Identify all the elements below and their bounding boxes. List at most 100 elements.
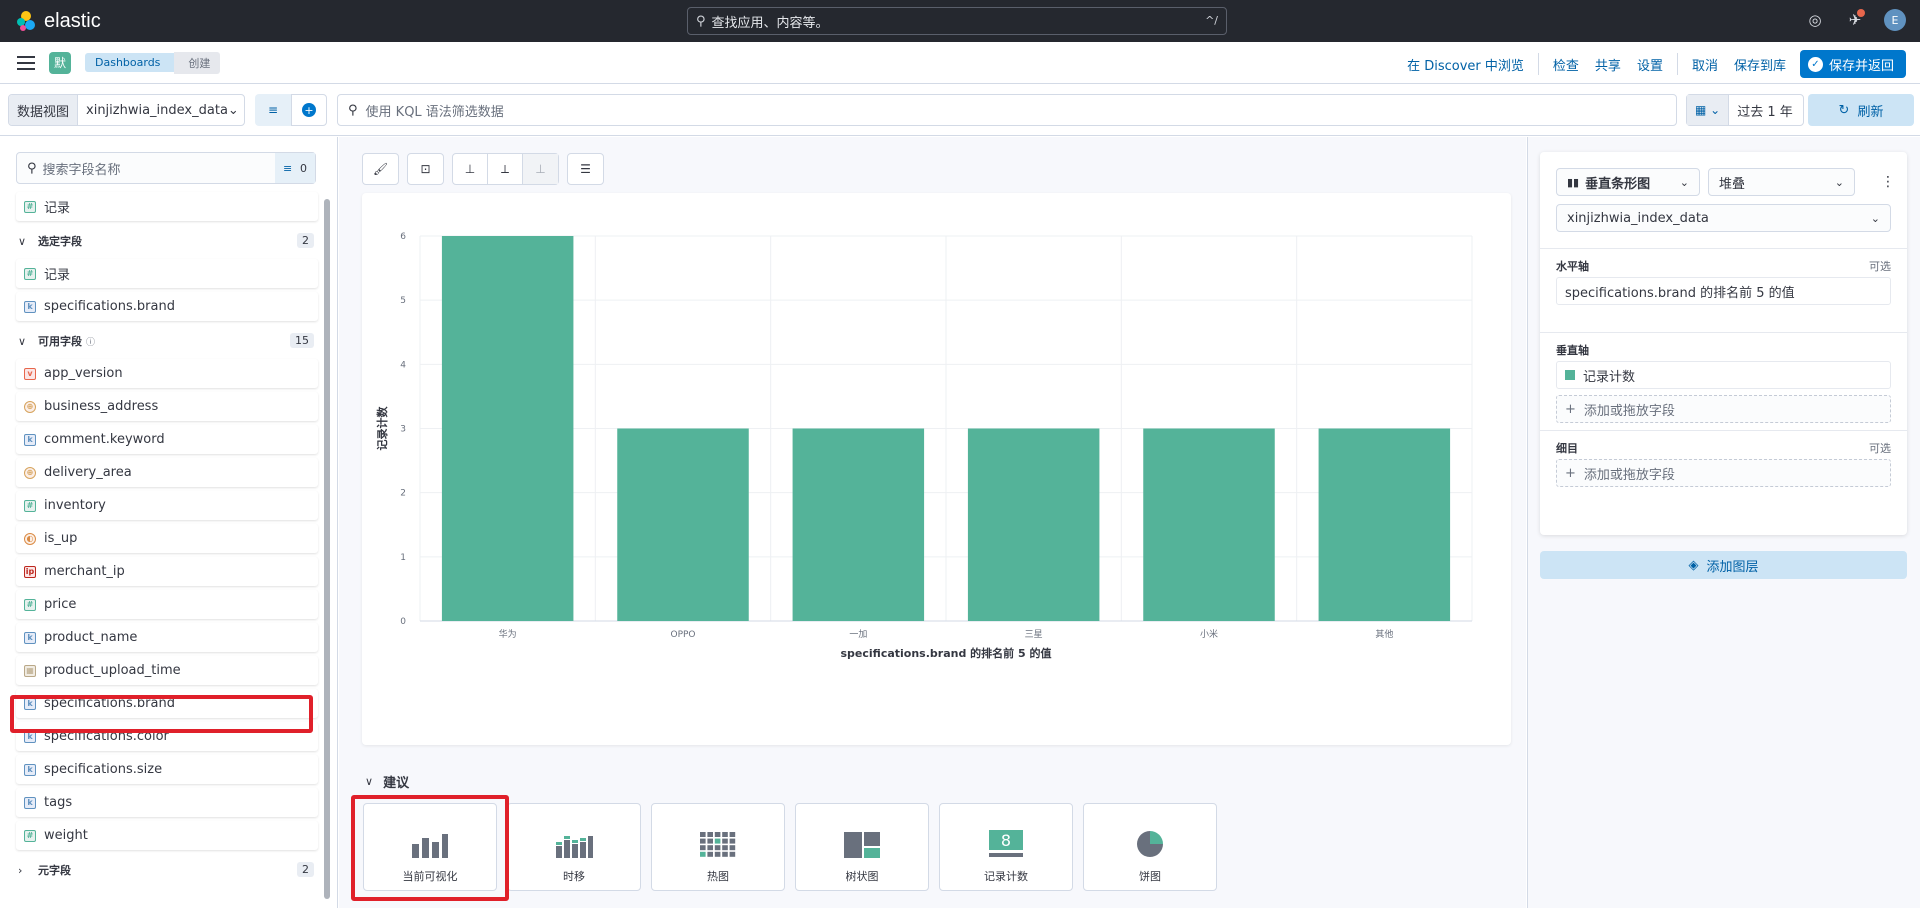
field-item[interactable]: ◐ is_up (16, 524, 318, 553)
bar (441, 236, 574, 621)
heatmap-cell (722, 838, 728, 844)
scrollbar-thumb[interactable] (324, 199, 330, 899)
kebab-menu-icon[interactable]: ⋮ (1881, 174, 1895, 190)
y-axis-dimension[interactable]: 记录计数 (1556, 361, 1891, 389)
cancel-link[interactable]: 取消 (1684, 55, 1726, 74)
field-item[interactable]: k product_name (16, 623, 318, 652)
kql-search-input[interactable]: ⚲ 使用 KQL 语法筛选数据 (337, 94, 1677, 126)
treemap-icon (844, 832, 880, 858)
bottom-axis-icon[interactable]: ⟂ (488, 154, 523, 184)
add-layer-label: 添加图层 (1706, 559, 1759, 575)
heatmap-cell (722, 832, 728, 837)
field-item[interactable]: k specifications.brand (16, 292, 318, 321)
chart-panel: 0 1 2 3 4 5 6 华为 OPPO 一加 三星 小米 其他 specifications.bran… (362, 193, 1511, 745)
left-axis-icon[interactable]: ⊥ (453, 154, 488, 184)
field-item[interactable]: ⊕ business_address (16, 392, 318, 421)
date-picker[interactable]: ▦ ⌄ 过去 1 年 (1686, 94, 1804, 126)
space-avatar[interactable]: 默 (49, 51, 71, 74)
field-item[interactable]: ip merchant_ip (16, 557, 318, 586)
heatmap-cell (722, 845, 728, 851)
field-item[interactable]: # weight (16, 821, 318, 850)
version-type-icon: v (24, 367, 36, 380)
field-item[interactable]: ⊕ delivery_area (16, 458, 318, 487)
sub-header: 默 Dashboards 创建 在 Discover 中浏览 检查 共享 设置 … (0, 42, 1920, 84)
field-name: price (44, 597, 77, 612)
selected-fields-group[interactable]: ∨ 选定字段 2 (16, 225, 318, 257)
save-and-return-button[interactable]: ✓ 保存并返回 (1799, 50, 1906, 78)
divider (1676, 53, 1678, 75)
field-item[interactable]: # price (16, 590, 318, 619)
top-header: elastic ⚲ 查找应用、内容等。 ^/ ◎ ✈ E (0, 0, 1920, 42)
search-icon: ⚲ (27, 160, 37, 176)
stack-mode-select[interactable]: 堆叠 ⌄ (1708, 168, 1855, 196)
date-range-text[interactable]: 过去 1 年 (1729, 101, 1803, 120)
data-view-select[interactable]: xinjizhwia_index_data ⌄ (78, 95, 244, 125)
add-filter-button[interactable]: + (291, 94, 327, 126)
field-name: is_up (44, 531, 78, 546)
divider (1537, 53, 1539, 75)
breakdown-add-field[interactable]: + 添加或拖放字段 (1556, 459, 1891, 487)
metric-icon: 8 (989, 830, 1023, 857)
field-item[interactable]: # inventory (16, 491, 318, 520)
text-icon: ⊡ (420, 162, 431, 176)
field-item[interactable]: k specifications.size (16, 755, 318, 784)
field-item[interactable]: v app_version (16, 359, 318, 388)
right-axis-icon[interactable]: ⊥ (523, 154, 558, 184)
explore-in-discover-link[interactable]: 在 Discover 中浏览 (1399, 55, 1532, 74)
field-item[interactable]: k comment.keyword (16, 425, 318, 454)
field-search-input[interactable]: ⚲ 搜索字段名称 ≡ 0 (16, 152, 316, 184)
layer-data-view-select[interactable]: xinjizhwia_index_data ⌄ (1556, 204, 1891, 232)
axis-settings-group: ⊥ ⟂ ⊥ (452, 153, 559, 185)
filter-menu-button[interactable]: ≡ (255, 94, 291, 126)
field-name: specifications.brand (44, 299, 175, 314)
refresh-button[interactable]: ↻ 刷新 (1808, 94, 1914, 126)
available-fields-group[interactable]: ∨ 可用字段 ⓘ 15 (16, 325, 318, 357)
suggestion-treemap[interactable]: 树状图 (795, 803, 929, 891)
available-fields-count: 15 (290, 333, 314, 348)
x-axis-dimension[interactable]: specifications.brand 的排名前 5 的值 (1556, 277, 1891, 305)
bar-chart: 0 1 2 3 4 5 6 华为 OPPO 一加 三星 小米 其他 specifications.bran… (375, 232, 1473, 660)
field-item[interactable]: # 记录 (16, 259, 318, 288)
meta-fields-group[interactable]: › 元字段 2 (16, 854, 318, 886)
titles-text-button[interactable]: ⊡ (407, 153, 444, 185)
breadcrumb-dashboards[interactable]: Dashboards (85, 53, 175, 72)
bar (967, 428, 1100, 621)
settings-link[interactable]: 设置 (1629, 55, 1671, 74)
share-link[interactable]: 共享 (1587, 55, 1629, 74)
field-item[interactable]: k tags (16, 788, 318, 817)
save-to-library-link[interactable]: 保存到库 (1726, 55, 1794, 74)
calendar-icon[interactable]: ▦ ⌄ (1687, 95, 1730, 125)
chevron-down-icon: ⌄ (1679, 175, 1689, 189)
menu-toggle-icon[interactable] (17, 55, 35, 70)
add-layer-button[interactable]: ◈ 添加图层 (1540, 551, 1907, 579)
suggestion-heatmap[interactable]: 热图 (651, 803, 785, 891)
global-search-input[interactable]: ⚲ 查找应用、内容等。 ^/ (687, 7, 1227, 35)
sidebar-scrollbar[interactable] (324, 199, 330, 899)
suggestion-metric[interactable]: 8 记录计数 (939, 803, 1073, 891)
field-filter-button[interactable]: ≡ 0 (275, 153, 315, 183)
geo-type-icon: ⊕ (24, 466, 36, 479)
suggestion-pie[interactable]: 饼图 (1083, 803, 1217, 891)
chart-toolbar: 🖌 ⊡ ⊥ ⟂ ⊥ ☰ (362, 153, 604, 185)
metric-value: 8 (1001, 831, 1011, 850)
help-icon[interactable]: ◎ (1804, 9, 1826, 31)
news-feed-icon[interactable]: ✈ (1844, 9, 1866, 31)
y-tick-label: 2 (400, 489, 406, 499)
suggestion-time-shift[interactable]: 时移 (507, 803, 641, 891)
data-view-picker[interactable]: 数据视图 xinjizhwia_index_data ⌄ (8, 94, 246, 126)
field-name: merchant_ip (44, 564, 125, 579)
inspect-link[interactable]: 检查 (1545, 55, 1587, 74)
check-icon: ✓ (1807, 56, 1823, 72)
y-axis-add-field[interactable]: + 添加或拖放字段 (1556, 395, 1891, 423)
heatmap-cell (700, 851, 706, 857)
field-item[interactable]: # 记录 (16, 192, 318, 221)
suggestions-header[interactable]: ∨ 建议 (365, 772, 409, 791)
visual-options-button[interactable]: 🖌 (362, 153, 399, 185)
elastic-logo[interactable]: elastic (14, 9, 101, 33)
chart-type-select[interactable]: ▮▮ 垂直条形图 ⌄ (1556, 168, 1700, 196)
user-avatar[interactable]: E (1884, 9, 1906, 31)
search-icon: ⚲ (348, 102, 358, 118)
chevron-right-icon: › (18, 863, 23, 877)
legend-button[interactable]: ☰ (567, 153, 604, 185)
field-item[interactable]: ▦ product_upload_time (16, 656, 318, 685)
